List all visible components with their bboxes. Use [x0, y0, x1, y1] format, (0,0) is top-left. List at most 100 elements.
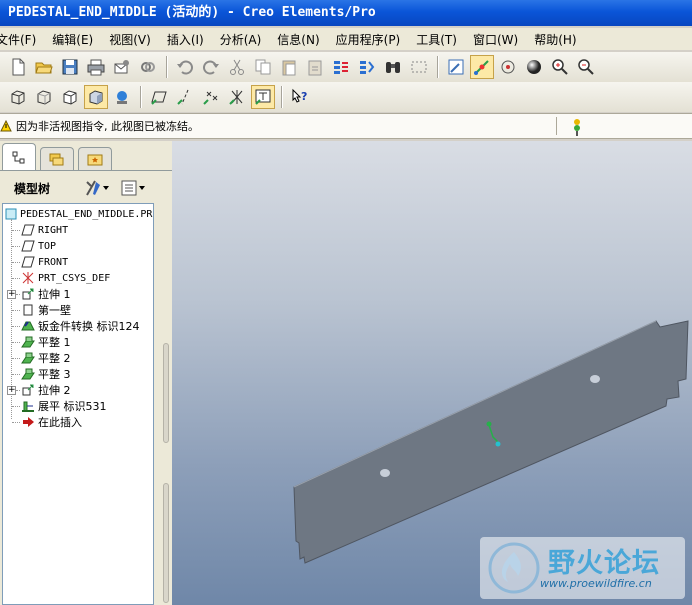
tree-item[interactable]: 拉伸 2: [21, 382, 71, 398]
main-toolbar: [0, 52, 692, 82]
copy-button[interactable]: [251, 55, 275, 79]
splitter-grip[interactable]: [163, 483, 169, 603]
tree-item-label: RIGHT: [38, 224, 69, 236]
datum-axes-toggle[interactable]: [173, 85, 197, 109]
csys-icon: [22, 272, 34, 284]
undo-button[interactable]: [173, 55, 197, 79]
no-hidden-button[interactable]: [58, 85, 82, 109]
wireframe-button[interactable]: [6, 85, 30, 109]
undo-icon: [177, 60, 193, 75]
menu-analysis[interactable]: 分析(A): [220, 31, 268, 48]
open-file-button[interactable]: [32, 55, 56, 79]
folder-stack-icon: [49, 153, 64, 165]
part-hole: [380, 469, 390, 477]
tree-item[interactable]: 平整 3: [21, 366, 71, 382]
saved-views-button[interactable]: [110, 85, 134, 109]
shading-button[interactable]: [84, 85, 108, 109]
tree-show-button[interactable]: [120, 179, 146, 197]
menu-file[interactable]: 文件(F): [0, 31, 42, 48]
tree-item[interactable]: 第一壁: [21, 302, 71, 318]
window-title: PEDESTAL_END_MIDDLE (活动的) - Creo Element…: [8, 5, 376, 20]
tree-item-label: 第一壁: [38, 304, 71, 317]
menu-info[interactable]: 信息(N): [277, 31, 325, 48]
extrude-icon: [22, 288, 34, 300]
tree-root-label: PEDESTAL_END_MIDDLE.PR: [20, 208, 153, 220]
annotation-toggle[interactable]: [251, 85, 275, 109]
menu-help[interactable]: 帮助(H): [534, 31, 582, 48]
tree-branch: [12, 246, 20, 247]
tree-root[interactable]: PEDESTAL_END_MIDDLE.PR: [5, 206, 152, 222]
expand-toggle[interactable]: +: [7, 386, 16, 395]
repaint-button[interactable]: [444, 55, 468, 79]
select-box-button[interactable]: [407, 55, 431, 79]
tree-item[interactable]: 平整 1: [21, 334, 71, 350]
appearance-button[interactable]: [522, 55, 546, 79]
flame-logo: [488, 542, 540, 594]
menu-tools[interactable]: 工具(T): [416, 31, 463, 48]
tree-item[interactable]: TOP: [21, 238, 56, 254]
menu-insert[interactable]: 插入(I): [167, 31, 210, 48]
message-separator: [556, 117, 557, 135]
tree-item-label: 拉伸 2: [38, 384, 71, 397]
wall-icon: [23, 304, 33, 316]
no-hidden-cube-icon: [63, 90, 77, 105]
menu-bar: 文件(F) 编辑(E) 视图(V) 插入(I) 分析(A) 信息(N) 应用程序…: [0, 28, 692, 50]
tree-branch: [12, 358, 20, 359]
send-link-button[interactable]: [136, 55, 160, 79]
tree-item[interactable]: PRT_CSYS_DEF: [21, 270, 110, 286]
tree-settings-button[interactable]: [84, 179, 110, 197]
hidden-line-button[interactable]: [32, 85, 56, 109]
send-mail-button[interactable]: [110, 55, 134, 79]
tree-item[interactable]: 展平 标识531: [21, 398, 107, 414]
menu-edit[interactable]: 编辑(E): [52, 31, 99, 48]
save-button[interactable]: [58, 55, 82, 79]
panel-splitter[interactable]: [162, 203, 172, 605]
new-file-button[interactable]: [6, 55, 30, 79]
tree-item[interactable]: 钣金件转换 标识124: [21, 318, 140, 334]
cut-button[interactable]: [225, 55, 249, 79]
help-pointer-icon: ?: [292, 88, 307, 103]
datum-points-toggle[interactable]: [199, 85, 223, 109]
search-tool-button[interactable]: [381, 55, 405, 79]
splitter-grip[interactable]: [163, 343, 169, 443]
menu-window[interactable]: 窗口(W): [473, 31, 524, 48]
tree-item-insert-here[interactable]: 在此插入: [21, 414, 82, 430]
sheetmetal-part: [293, 320, 689, 564]
orient-mode-button[interactable]: [496, 55, 520, 79]
zoom-out-icon: [578, 59, 594, 75]
zoom-in-button[interactable]: [548, 55, 572, 79]
paste-button[interactable]: [277, 55, 301, 79]
tree-item[interactable]: 平整 2: [21, 350, 71, 366]
expand-toggle[interactable]: +: [7, 290, 16, 299]
tree-item[interactable]: 拉伸 1: [21, 286, 71, 302]
printer-icon: [87, 59, 105, 76]
csys-toggle[interactable]: [225, 85, 249, 109]
tree-item-label: 展平 标识531: [38, 400, 107, 413]
tab-model-tree[interactable]: [2, 143, 36, 171]
print-button[interactable]: [84, 55, 108, 79]
regen-manager-button[interactable]: [355, 55, 379, 79]
tree-item[interactable]: RIGHT: [21, 222, 68, 238]
datum-planes-toggle[interactable]: [147, 85, 171, 109]
menu-applications[interactable]: 应用程序(P): [336, 31, 407, 48]
flat-icon: [21, 352, 35, 364]
tab-folder-browser[interactable]: [40, 147, 74, 171]
datum-axis-display-icon: [177, 89, 189, 105]
graphics-window[interactable]: 野火论坛 www.proewildfire.cn: [172, 141, 692, 605]
convert-icon: [21, 321, 35, 331]
redo-button[interactable]: [199, 55, 223, 79]
tree-branch: [12, 310, 20, 311]
tab-favorites[interactable]: [78, 147, 112, 171]
tree-item[interactable]: FRONT: [21, 254, 68, 270]
spin-center-button[interactable]: [470, 55, 494, 79]
tree-branch: [12, 422, 20, 423]
paste-special-button[interactable]: [303, 55, 327, 79]
tree-item-label: PRT_CSYS_DEF: [38, 272, 111, 284]
menu-view[interactable]: 视图(V): [109, 31, 157, 48]
tree-item-label: 钣金件转换 标识124: [38, 320, 140, 333]
tree-branch: [12, 230, 20, 231]
context-help-button[interactable]: ?: [288, 85, 312, 109]
zoom-out-button[interactable]: [574, 55, 598, 79]
regenerate-button[interactable]: [329, 55, 353, 79]
repaint-icon: [448, 59, 464, 75]
